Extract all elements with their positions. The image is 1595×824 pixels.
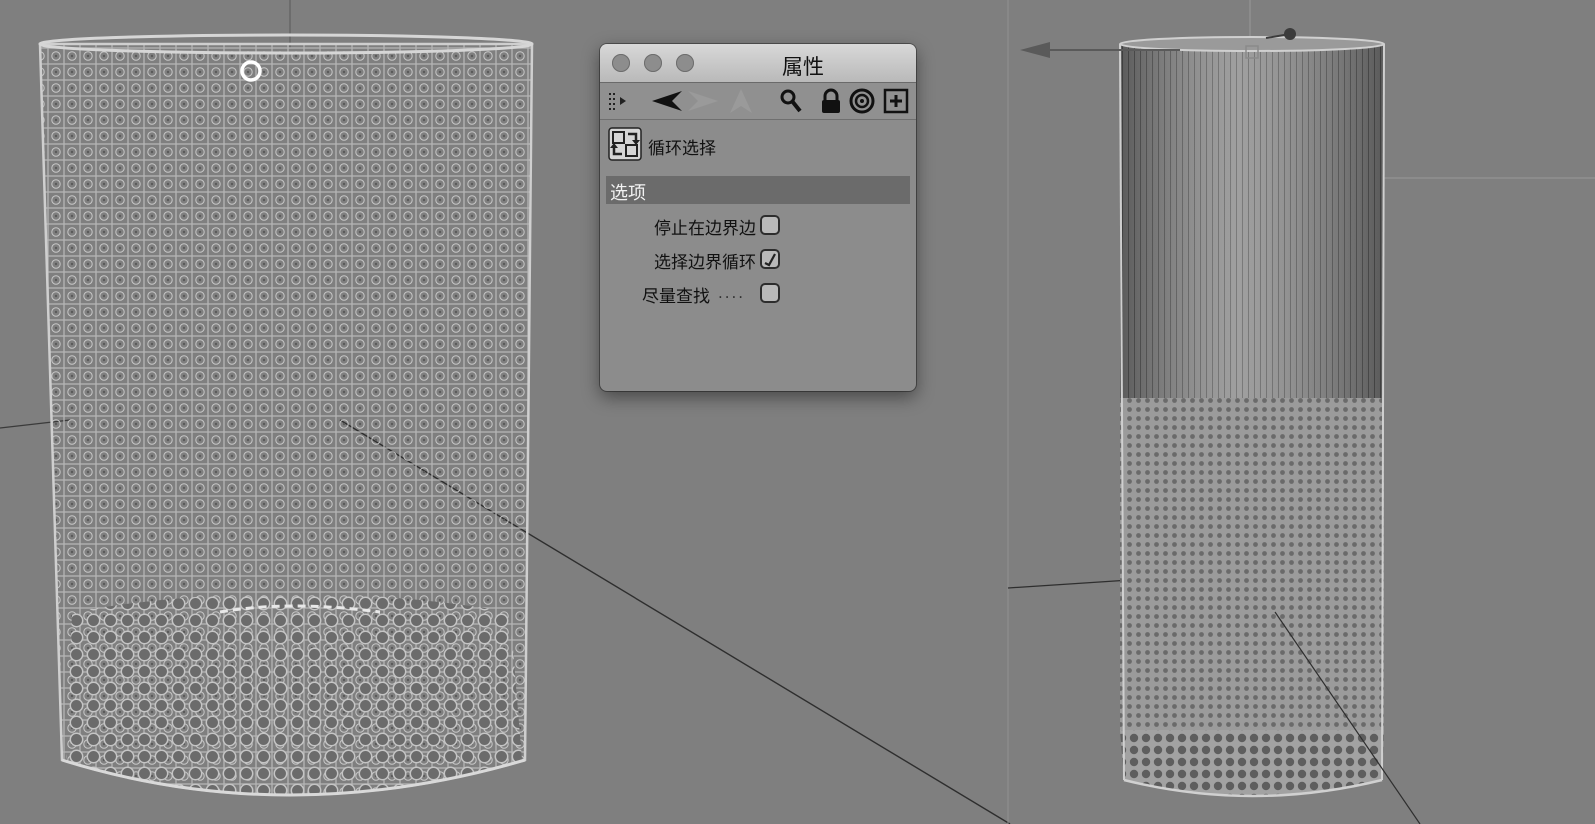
target-icon[interactable] [848, 87, 876, 115]
close-button[interactable] [612, 54, 630, 72]
forward-arrow-icon[interactable] [686, 87, 720, 115]
panel-title: 属性 [782, 55, 824, 79]
attributes-panel: 属性 循环选择 选项 停止在边界边 选择边界循环 尽量查找 .... [600, 44, 916, 391]
up-arrow-icon[interactable] [728, 87, 754, 115]
greedy-search-checkbox[interactable] [760, 283, 780, 303]
stop-at-boundary-checkbox[interactable] [760, 215, 780, 235]
add-panel-icon[interactable] [882, 87, 910, 115]
option-label: 尽量查找 [642, 287, 710, 307]
back-arrow-icon[interactable] [650, 87, 684, 115]
option-label: 选择边界循环 [654, 253, 756, 273]
select-boundary-loop-checkbox[interactable] [760, 249, 780, 269]
option-greedy-search: 尽量查找 .... [600, 280, 916, 308]
section-title: 选项 [610, 183, 646, 204]
option-stop-at-boundary: 停止在边界边 [600, 212, 916, 240]
search-icon[interactable] [778, 87, 804, 115]
option-select-boundary-loop: 选择边界循环 [600, 246, 916, 274]
panel-toolbar [600, 83, 916, 120]
checkmark-icon [764, 253, 776, 267]
zoom-button[interactable] [676, 54, 694, 72]
option-label: 停止在边界边 [654, 219, 756, 239]
tool-mode-header: 循环选择 [600, 122, 916, 172]
options-section-header[interactable]: 选项 [606, 176, 910, 204]
loop-selection-icon [608, 127, 642, 165]
minimize-button[interactable] [644, 54, 662, 72]
panel-titlebar[interactable]: 属性 [600, 44, 916, 83]
tool-name: 循环选择 [648, 139, 716, 159]
drag-handle-icon[interactable] [606, 87, 628, 115]
dotted-leader: .... [718, 284, 746, 302]
lock-icon[interactable] [818, 87, 844, 115]
